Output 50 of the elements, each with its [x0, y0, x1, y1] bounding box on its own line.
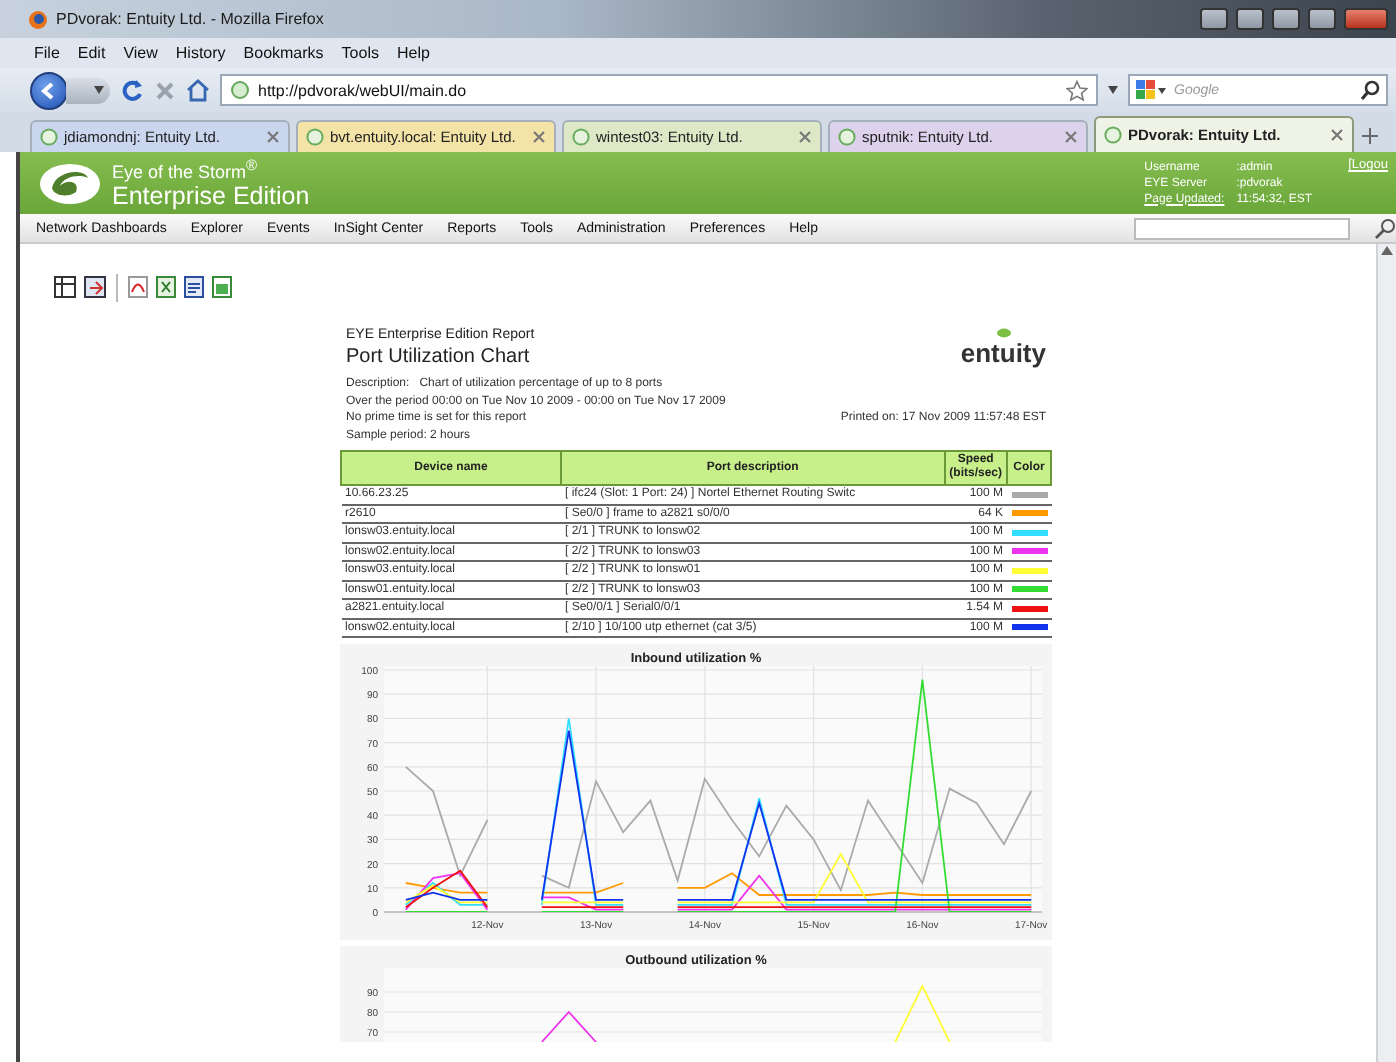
- globe-icon: [838, 128, 856, 146]
- menu-item[interactable]: File: [34, 44, 60, 62]
- leaf-logo-icon: [995, 328, 1012, 338]
- swirl-logo-icon: [36, 159, 104, 207]
- close-icon[interactable]: [532, 130, 546, 144]
- scrollbar[interactable]: [1376, 244, 1396, 1062]
- menu-item[interactable]: Help: [396, 44, 430, 62]
- csv-icon[interactable]: [212, 276, 232, 298]
- search-icon[interactable]: [1374, 217, 1396, 239]
- star-icon[interactable]: [1066, 79, 1088, 101]
- spreadsheet-icon[interactable]: [156, 276, 176, 298]
- close-icon[interactable]: [266, 130, 280, 144]
- globe-icon: [40, 128, 58, 146]
- globe-icon: [230, 80, 250, 100]
- globe-icon: [306, 128, 324, 146]
- menu-item[interactable]: Edit: [77, 44, 106, 62]
- forward-button[interactable]: [66, 77, 110, 103]
- globe-icon: [572, 128, 590, 146]
- home-icon[interactable]: [186, 78, 210, 102]
- firefox-icon: [28, 9, 48, 29]
- dropdown-icon[interactable]: [1108, 86, 1118, 94]
- brand-logo: entuity: [960, 338, 1046, 368]
- window-layout-button[interactable]: [1236, 8, 1264, 30]
- menu-item[interactable]: History: [175, 44, 226, 62]
- report-table-icon[interactable]: [54, 276, 76, 298]
- product-edition: Enterprise Edition: [112, 182, 312, 210]
- document-icon[interactable]: [184, 276, 204, 298]
- search-icon[interactable]: [1360, 80, 1380, 100]
- pdf-icon[interactable]: [128, 276, 148, 298]
- maximize-button[interactable]: [1308, 8, 1336, 30]
- product-name: Eye of the Storm$^{®}$: [112, 156, 260, 182]
- report-title: Port Utilization Chart: [346, 346, 532, 368]
- menu-item[interactable]: Bookmarks: [243, 44, 324, 62]
- close-icon[interactable]: [1330, 128, 1344, 142]
- export-icon[interactable]: [84, 276, 106, 298]
- menu-item[interactable]: Tools: [341, 44, 379, 62]
- search-field[interactable]: [1134, 217, 1350, 239]
- window-title: PDvorak: Entuity Ltd. - Mozilla Firefox: [56, 10, 326, 28]
- close-icon[interactable]: [798, 130, 812, 144]
- back-button[interactable]: [30, 71, 68, 109]
- window-layout-button[interactable]: [1200, 8, 1228, 30]
- address-bar[interactable]: http://pdvorak/webUI/main.do: [220, 74, 1098, 106]
- google-icon: [1136, 80, 1168, 100]
- menu-item[interactable]: View: [123, 44, 158, 62]
- minimize-button[interactable]: [1272, 8, 1300, 30]
- reload-icon[interactable]: [120, 78, 144, 102]
- caret-icon: [94, 86, 104, 94]
- close-icon[interactable]: [1064, 130, 1078, 144]
- close-button[interactable]: [1344, 8, 1388, 30]
- globe-icon: [1104, 126, 1122, 144]
